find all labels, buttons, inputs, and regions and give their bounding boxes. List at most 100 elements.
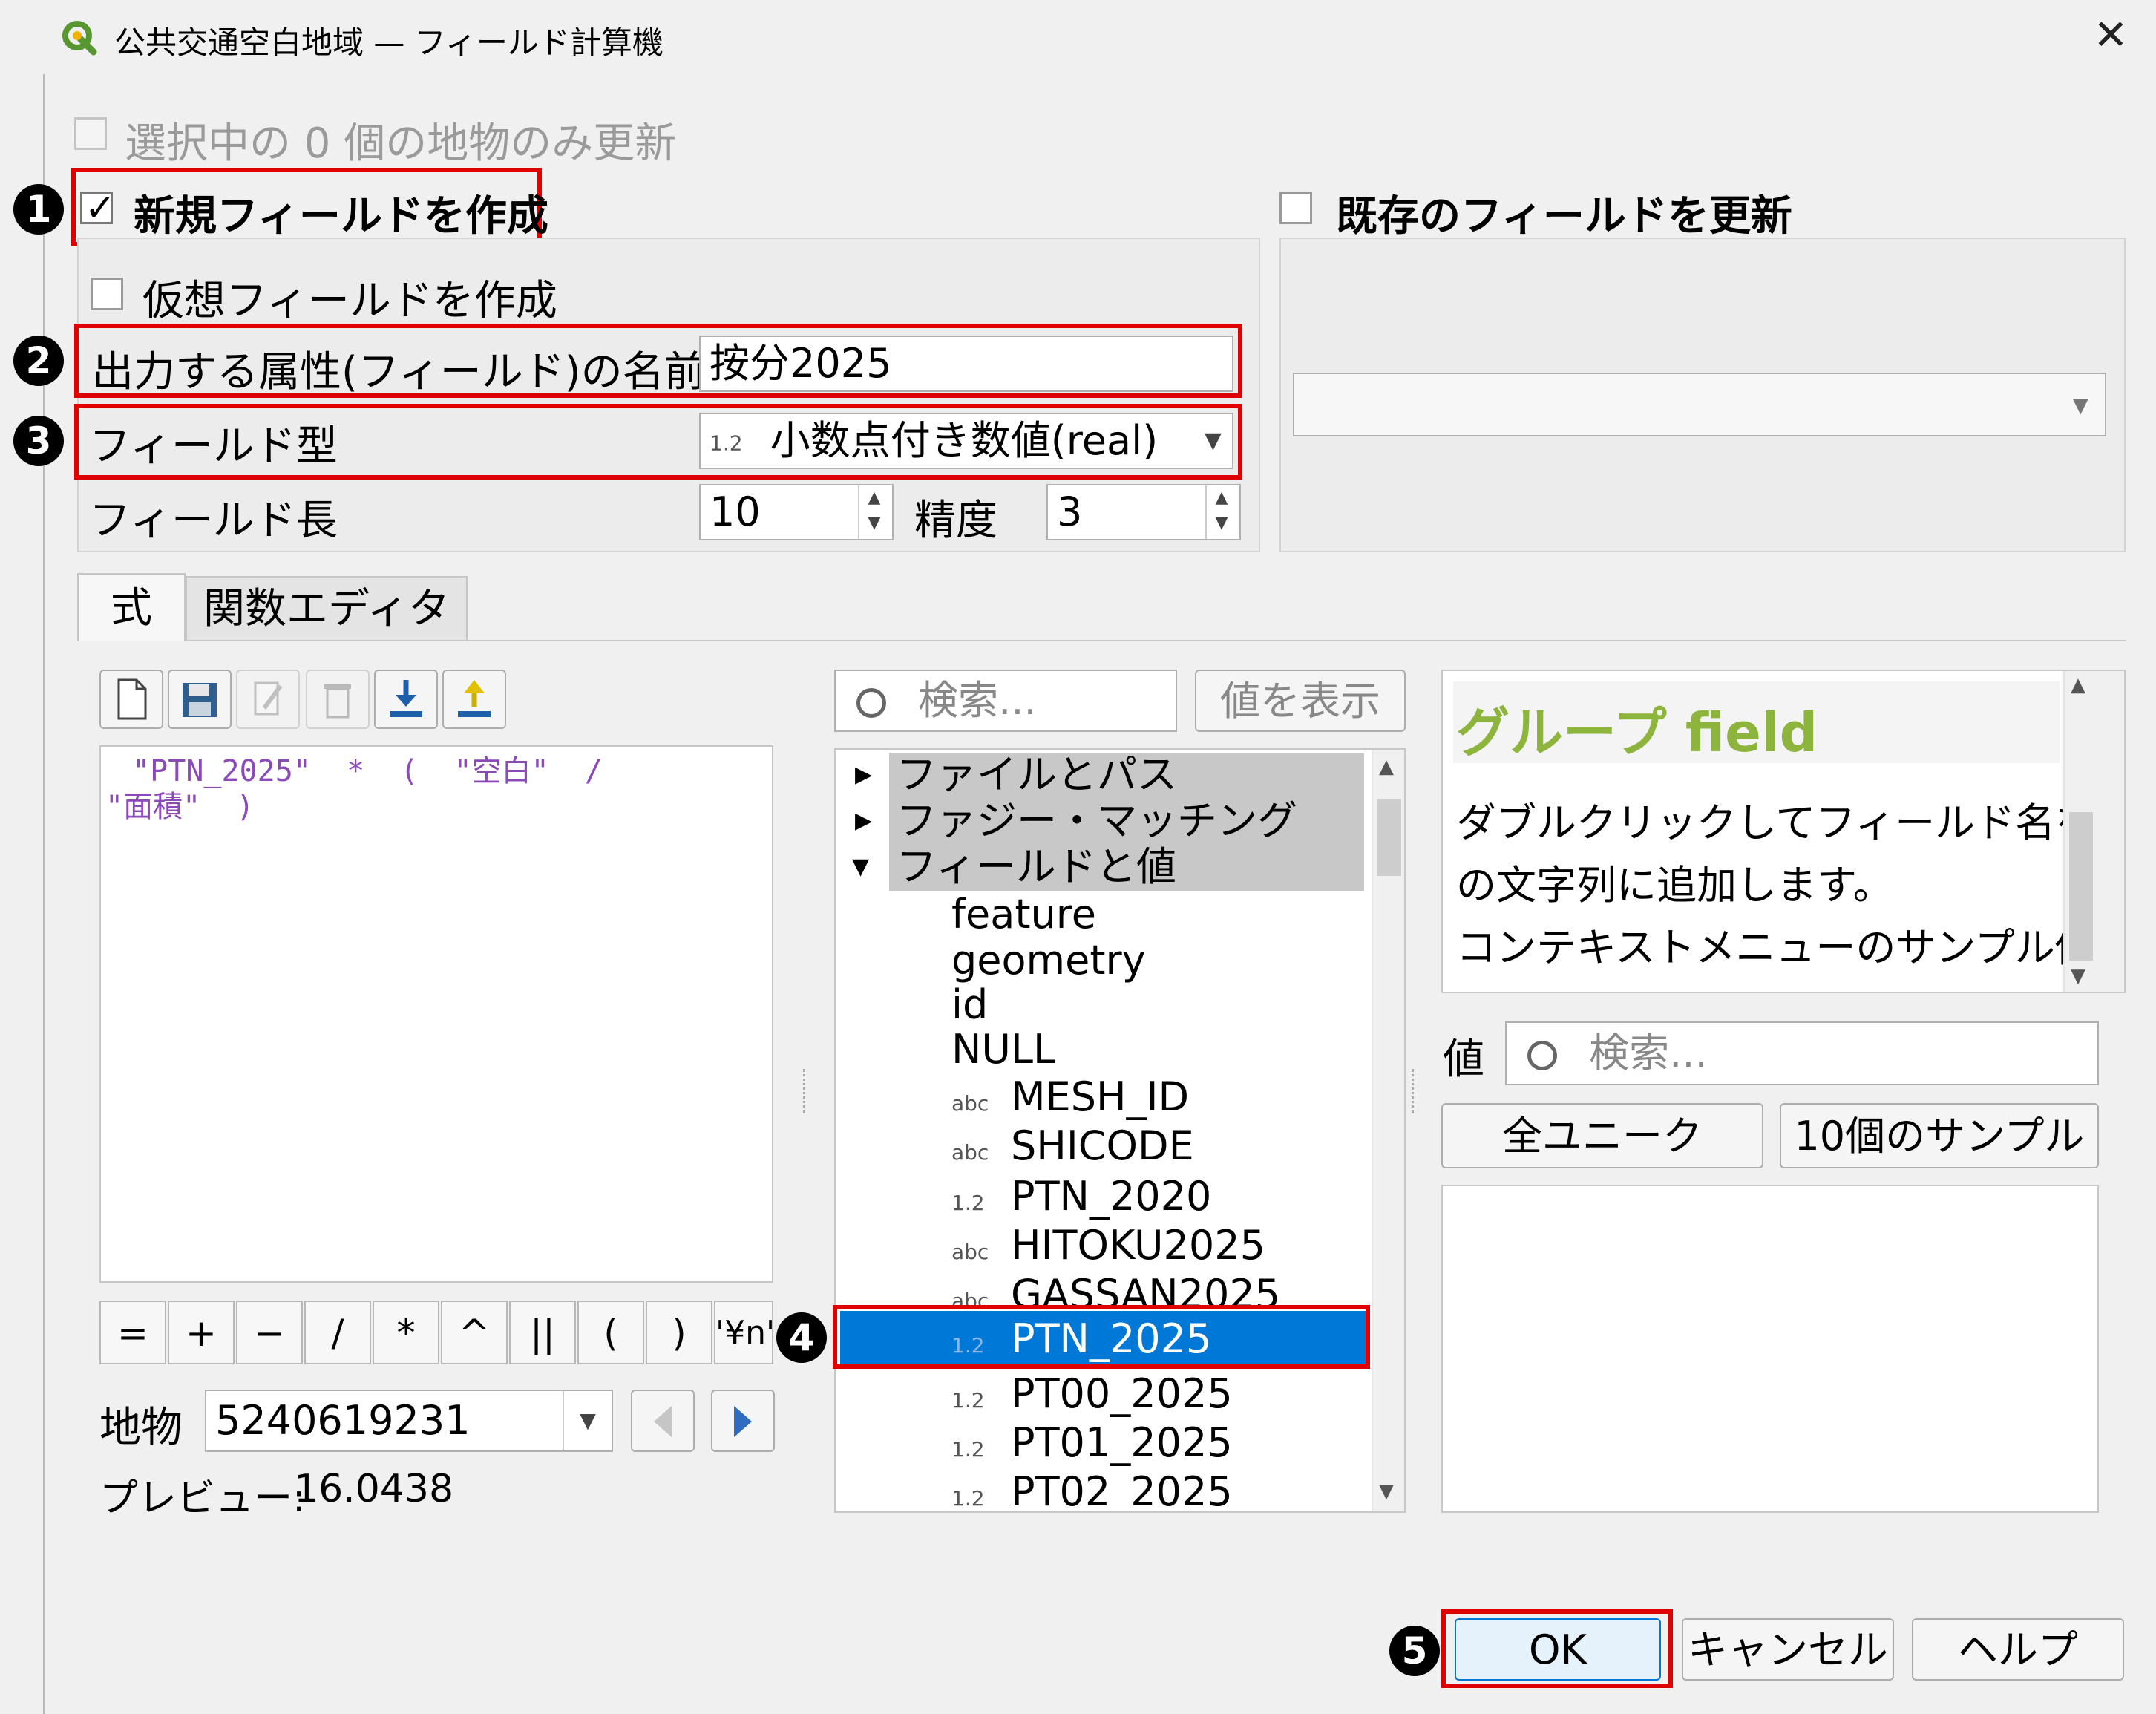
tree-group-label: フィールドと値 <box>897 843 1176 890</box>
function-search-input[interactable]: 検索... <box>834 670 1177 732</box>
feature-select[interactable]: 5240619231 ▼ <box>205 1390 613 1452</box>
qgis-logo-icon <box>61 19 98 56</box>
function-search-placeholder: 検索... <box>918 677 1037 724</box>
operator-equals-button[interactable]: = <box>99 1301 166 1364</box>
expression-line-2: "面積" ) <box>105 790 255 824</box>
virtual-field-checkbox[interactable] <box>91 278 123 310</box>
help-scrollbar[interactable]: ▲ ▼ <box>2063 671 2124 992</box>
tree-item-label: PT02_2025 <box>1011 1468 1233 1513</box>
export-icon[interactable] <box>442 670 506 729</box>
operator-open-paren-button[interactable]: ( <box>577 1301 644 1364</box>
operator-minus-button[interactable]: − <box>236 1301 303 1364</box>
preview-label: プレビュー: <box>99 1476 306 1521</box>
window-title: 公共交通空白地域 — フィールド計算機 <box>114 24 663 61</box>
tree-scrollbar[interactable]: ▲ ▼ <box>1372 750 1404 1511</box>
help-heading: グループ field <box>1456 701 1818 764</box>
save-icon[interactable] <box>168 670 232 729</box>
help-line-2: の文字列に追加します。 <box>1456 862 1893 909</box>
import-icon[interactable] <box>374 670 438 729</box>
splitter-handle[interactable] <box>1412 1069 1416 1113</box>
field-type-select[interactable]: 1.2 小数点付き数値(real) ▼ <box>699 413 1233 469</box>
next-feature-button[interactable] <box>711 1390 775 1452</box>
close-icon[interactable]: ✕ <box>2088 13 2133 58</box>
tree-item[interactable]: abc MESH_ID <box>951 1072 1189 1122</box>
scroll-up-icon[interactable]: ▲ <box>2071 674 2085 696</box>
edit-icon <box>236 670 300 729</box>
previous-feature-button[interactable] <box>631 1390 695 1452</box>
expand-arrow-icon[interactable]: ▶ <box>855 750 872 799</box>
scroll-thumb[interactable] <box>2069 812 2093 961</box>
tree-item[interactable]: id <box>951 980 988 1030</box>
spin-arrows-icon[interactable]: ▲ ▼ <box>858 485 889 539</box>
operator-close-paren-button[interactable]: ) <box>646 1301 712 1364</box>
scroll-up-icon[interactable]: ▲ <box>1379 756 1394 778</box>
existing-field-select[interactable]: ▼ <box>1293 373 2106 436</box>
tree-item-label: PT00_2025 <box>1011 1370 1233 1417</box>
tree-item-label: PT01_2025 <box>1011 1419 1233 1466</box>
help-panel: グループ field ダブルクリックしてフィールド名を式 の文字列に追加します。… <box>1441 670 2126 993</box>
scroll-down-icon[interactable]: ▼ <box>2071 965 2085 987</box>
tree-item[interactable]: 1.2 PT01_2025 <box>951 1418 1233 1468</box>
selected-only-checkbox[interactable] <box>74 117 107 150</box>
tree-item-label: HITOKU2025 <box>1011 1222 1265 1269</box>
operator-plus-button[interactable]: + <box>168 1301 235 1364</box>
tree-item[interactable]: 1.2 PT00_2025 <box>951 1369 1233 1419</box>
step-badge-2: 2 <box>13 336 64 386</box>
output-name-label: 出力する属性(フィールド)の名前 <box>92 348 706 396</box>
tree-item[interactable]: feature <box>951 889 1096 939</box>
field-type-value: 小数点付き数値(real) <box>770 417 1159 464</box>
precision-spinbox[interactable]: 3 ▲ ▼ <box>1046 484 1241 540</box>
tab-expression[interactable]: 式 <box>77 573 186 641</box>
output-name-input[interactable]: 按分2025 <box>699 336 1233 392</box>
help-button[interactable]: ヘルプ <box>1912 1618 2124 1681</box>
tree-item-label: geometry <box>951 937 1146 984</box>
tree-item-label: feature <box>951 891 1096 938</box>
ptn-2025-highlight <box>833 1305 1370 1369</box>
values-label: 値 <box>1443 1036 1484 1084</box>
operator-power-button[interactable]: ^ <box>441 1301 508 1364</box>
step-badge-5: 5 <box>1389 1626 1440 1676</box>
expand-arrow-icon[interactable]: ▶ <box>855 796 872 845</box>
scroll-thumb[interactable] <box>1377 799 1401 876</box>
splitter-handle[interactable] <box>803 1069 807 1113</box>
chevron-down-icon: ▼ <box>1204 428 1222 454</box>
tree-item[interactable]: 1.2 PTN_2020 <box>951 1171 1211 1221</box>
tree-item[interactable]: geometry <box>951 935 1146 985</box>
ok-button[interactable]: OK <box>1455 1618 1661 1681</box>
step-badge-1: 1 <box>13 184 64 235</box>
new-file-icon[interactable] <box>99 670 163 729</box>
scroll-down-icon[interactable]: ▼ <box>1379 1480 1394 1502</box>
search-icon <box>856 688 886 719</box>
help-line-1: ダブルクリックしてフィールド名を式 <box>1456 799 2126 846</box>
all-unique-button[interactable]: 全ユニーク <box>1441 1103 1763 1168</box>
virtual-field-label: 仮想フィールドを作成 <box>142 277 557 325</box>
sample-10-button[interactable]: 10個のサンプル <box>1780 1103 2099 1168</box>
operator-newline-button[interactable]: '¥n' <box>714 1301 773 1364</box>
tree-item-label: MESH_ID <box>1011 1073 1190 1120</box>
tree-item[interactable]: abc HITOKU2025 <box>951 1220 1265 1270</box>
spin-arrows-icon[interactable]: ▲ ▼ <box>1205 485 1236 539</box>
cancel-button[interactable]: キャンセル <box>1682 1618 1894 1681</box>
tab-function-editor[interactable]: 関数エディタ <box>186 576 468 640</box>
update-existing-checkbox[interactable] <box>1279 192 1312 224</box>
operator-divide-button[interactable]: / <box>304 1301 371 1364</box>
create-new-label: 新規フィールドを作成 <box>134 192 548 241</box>
collapse-arrow-icon[interactable]: ▼ <box>852 842 869 892</box>
values-search-input[interactable]: 検索... <box>1505 1021 2099 1085</box>
tree-item[interactable]: abc SHICODE <box>951 1121 1194 1171</box>
tree-item[interactable]: NULL <box>951 1024 1055 1074</box>
field-length-value: 10 <box>710 488 761 535</box>
field-length-spinbox[interactable]: 10 ▲ ▼ <box>699 484 894 540</box>
operator-multiply-button[interactable]: * <box>373 1301 439 1364</box>
field-type-icon: abc <box>951 1140 989 1165</box>
expression-editor[interactable]: "PTN_2025" * ( "空白" / "面積" ) <box>99 745 773 1283</box>
tree-item[interactable]: 1.2 PT02_2025 <box>951 1467 1233 1513</box>
selected-only-label: 選択中の 0 個の地物のみ更新 <box>125 120 677 168</box>
function-tree[interactable]: ▶ ▶ ▼ ファイルとパス ファジー・マッチング フィールドと値 feature… <box>834 748 1406 1513</box>
values-search-placeholder: 検索... <box>1589 1030 1708 1076</box>
create-new-checkbox[interactable] <box>80 186 116 229</box>
show-values-button[interactable]: 値を表示 <box>1195 670 1406 732</box>
values-list[interactable] <box>1441 1185 2099 1513</box>
operator-concat-button[interactable]: || <box>509 1301 576 1364</box>
precision-value: 3 <box>1057 488 1083 535</box>
